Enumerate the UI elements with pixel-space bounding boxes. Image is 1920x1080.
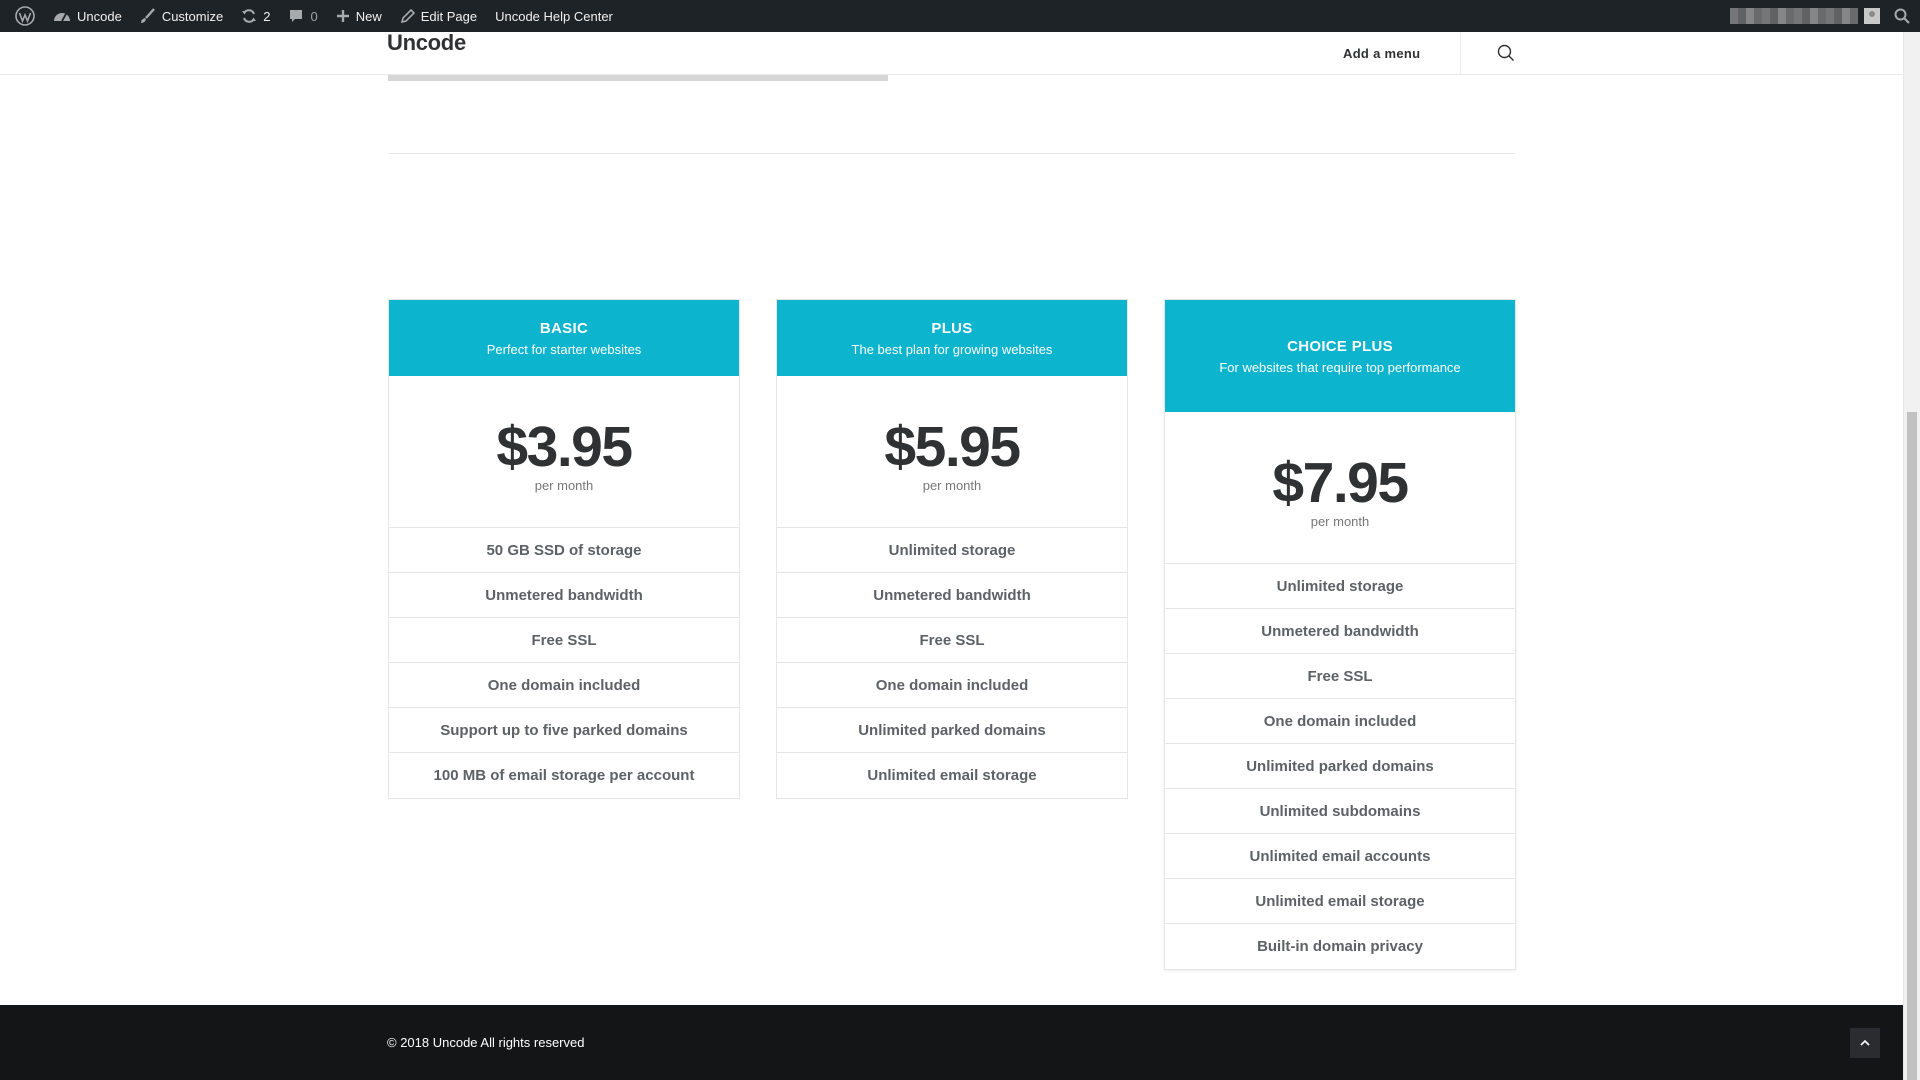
plan-feature: Unlimited parked domains	[1165, 744, 1515, 789]
plan-price: $5.95	[884, 414, 1021, 479]
edit-page-link[interactable]: Edit Page	[391, 0, 486, 32]
plan-feature: 50 GB SSD of storage	[389, 528, 739, 573]
site-name-link[interactable]: Uncode	[44, 0, 131, 32]
help-center-label: Uncode Help Center	[495, 8, 613, 24]
plan-feature: Free SSL	[1165, 654, 1515, 699]
section-divider	[388, 153, 1515, 154]
pricing-table-choice-plus: CHOICE PLUS For websites that require to…	[1164, 299, 1516, 970]
help-center-link[interactable]: Uncode Help Center	[486, 0, 622, 32]
customize-label: Customize	[161, 8, 224, 24]
header-search-button[interactable]	[1497, 44, 1515, 67]
plan-header: BASIC Perfect for starter websites	[389, 300, 739, 376]
plan-feature: Unlimited storage	[1165, 564, 1515, 609]
new-label: New	[355, 8, 382, 24]
plan-feature: Unmetered bandwidth	[389, 573, 739, 618]
site-footer: © 2018 Uncode All rights reserved	[0, 1005, 1903, 1080]
new-content-link[interactable]: New	[327, 0, 391, 32]
plan-name: PLUS	[931, 319, 973, 337]
plan-feature: One domain included	[777, 663, 1127, 708]
plan-tagline: Perfect for starter websites	[486, 341, 642, 357]
plan-tagline: For websites that require top performanc…	[1219, 359, 1461, 375]
site-name-label: Uncode	[77, 8, 122, 24]
brush-icon	[140, 8, 155, 23]
plan-period: per month	[922, 477, 982, 493]
plan-feature: Free SSL	[389, 618, 739, 663]
avatar[interactable]	[1864, 8, 1880, 24]
plan-feature: One domain included	[389, 663, 739, 708]
site-header: Uncode Add a menu	[0, 32, 1903, 75]
page-scrollbar[interactable]	[1903, 32, 1920, 1080]
plan-feature: Unlimited email storage	[1165, 879, 1515, 924]
user-name-redacted[interactable]	[1730, 8, 1858, 24]
dashboard-icon	[54, 13, 70, 22]
plan-tagline: The best plan for growing websites	[851, 341, 1053, 357]
comments-link[interactable]: 0	[279, 0, 326, 32]
edit-page-label: Edit Page	[420, 8, 478, 24]
pencil-icon	[400, 8, 415, 23]
plan-price: $7.95	[1272, 450, 1409, 515]
add-menu-link[interactable]: Add a menu	[1343, 32, 1420, 75]
search-icon[interactable]	[1894, 8, 1910, 24]
wordpress-logo-icon[interactable]	[6, 0, 44, 32]
scrollbar-thumb[interactable]	[1907, 412, 1917, 1080]
plan-price-box: $5.95 per month	[777, 376, 1127, 528]
header-divider	[1460, 32, 1461, 75]
plan-period: per month	[1310, 513, 1370, 529]
comments-count: 0	[310, 8, 318, 24]
plan-price-box: $3.95 per month	[389, 376, 739, 528]
plan-feature: Unlimited subdomains	[1165, 789, 1515, 834]
plan-feature: Unlimited storage	[777, 528, 1127, 573]
plan-feature: Built-in domain privacy	[1257, 938, 1423, 955]
plan-feature: Free SSL	[777, 618, 1127, 663]
plan-price: $3.95	[496, 414, 633, 479]
chevron-up-icon	[1860, 1039, 1870, 1046]
updates-link[interactable]: 2	[232, 0, 279, 32]
plan-price-box: $7.95 per month	[1165, 412, 1515, 564]
admin-bar: Uncode Customize 2 0 New Edit Page Uncod…	[0, 0, 1920, 32]
search-icon	[1497, 44, 1514, 61]
plan-feature: Unmetered bandwidth	[777, 573, 1127, 618]
plan-name: BASIC	[539, 319, 589, 337]
plan-feature: Unlimited parked domains	[777, 708, 1127, 753]
plan-feature: Support up to five parked domains	[389, 708, 739, 753]
customize-link[interactable]: Customize	[131, 0, 232, 32]
plan-feature: Unmetered bandwidth	[1165, 609, 1515, 654]
plan-feature: Unlimited email storage	[867, 767, 1037, 784]
copyright-text: © 2018 Uncode All rights reserved	[387, 1035, 585, 1050]
progress-divider-bar	[388, 75, 888, 81]
plan-header: PLUS The best plan for growing websites	[777, 300, 1127, 376]
plan-feature: One domain included	[1165, 699, 1515, 744]
plus-icon	[336, 10, 349, 22]
updates-icon	[242, 9, 257, 23]
site-logo[interactable]: Uncode	[387, 32, 466, 54]
pricing-table-basic: BASIC Perfect for starter websites $3.95…	[388, 299, 740, 799]
plan-feature: 100 MB of email storage per account	[433, 767, 695, 784]
plan-name: CHOICE PLUS	[1287, 337, 1393, 355]
plan-period: per month	[534, 477, 594, 493]
back-to-top-button[interactable]	[1850, 1028, 1880, 1058]
plan-feature: Unlimited email accounts	[1165, 834, 1515, 879]
pricing-table-plus: PLUS The best plan for growing websites …	[776, 299, 1128, 799]
plan-header: CHOICE PLUS For websites that require to…	[1165, 300, 1515, 412]
comment-icon	[290, 10, 303, 22]
updates-count: 2	[263, 8, 271, 24]
